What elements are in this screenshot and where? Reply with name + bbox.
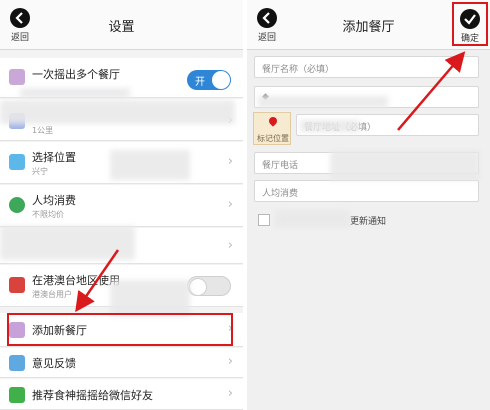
chevron-right-icon: › <box>227 197 233 212</box>
money-icon <box>9 197 25 213</box>
avg-spend-value: 不限均价 <box>32 210 64 219</box>
blur-patch <box>275 210 350 228</box>
avg-spend-label: 人均消费 <box>32 194 76 207</box>
back-arrow-icon <box>10 8 30 28</box>
mark-location-label: 标记位置 <box>257 134 289 143</box>
checkmark-icon <box>460 9 480 29</box>
blur-patch <box>300 120 360 132</box>
restaurant-name-placeholder: 餐厅名称（必填） <box>262 65 335 75</box>
hk-macau-value: 港澳台用户 <box>32 290 72 299</box>
avg-spend-placeholder: 人均消费 <box>262 189 299 199</box>
map-pin-icon <box>267 115 279 127</box>
distance-value: 1公里 <box>32 126 54 135</box>
recommend-row[interactable]: 推荐食神摇摇给微信好友 › <box>0 379 243 410</box>
shake-icon <box>9 69 25 85</box>
add-back-button[interactable]: 返回 <box>253 8 281 46</box>
restaurant-name-input[interactable]: 餐厅名称（必填） <box>254 56 479 78</box>
back-label: 返回 <box>10 33 29 43</box>
blur-patch <box>20 88 130 98</box>
add-restaurant-topbar: 返回 添加餐厅 确定 <box>247 0 490 50</box>
feedback-label: 意见反馈 <box>32 357 76 370</box>
mark-location-button[interactable]: 标记位置 <box>253 112 291 145</box>
chevron-right-icon: › <box>227 154 233 169</box>
restaurant-phone-placeholder: 餐厅电话 <box>262 161 299 171</box>
back-label: 返回 <box>257 33 276 43</box>
toggle-on-label: 开 <box>195 77 205 88</box>
flag-icon <box>9 277 25 293</box>
blur-patch <box>258 96 388 108</box>
blur-patch <box>330 150 480 180</box>
multi-restaurant-toggle[interactable]: 开 <box>187 70 231 90</box>
notify-checkbox[interactable] <box>258 214 270 226</box>
add-restaurant-highlight <box>7 313 233 346</box>
avg-spend-input[interactable]: 人均消费 <box>254 180 479 202</box>
feedback-icon <box>9 355 25 371</box>
settings-topbar: 返回 设置 <box>0 0 243 50</box>
blur-patch <box>0 100 235 124</box>
settings-back-button[interactable]: 返回 <box>6 8 34 46</box>
back-arrow-icon <box>257 8 277 28</box>
settings-screen: 返回 设置 一次摇出多个餐厅 开 1公里 › 选择位置 兴宁 › 人均消费 不限… <box>0 0 243 410</box>
chevron-right-icon: › <box>227 386 233 401</box>
recommend-label: 推荐食神摇摇给微信好友 <box>32 389 153 402</box>
blur-patch <box>110 150 190 180</box>
notify-label: 更新通知 <box>350 217 387 227</box>
toggle-knob <box>212 71 230 89</box>
confirm-label: 确定 <box>460 34 479 44</box>
toggle-knob <box>189 278 207 296</box>
chevron-right-icon: › <box>227 238 233 253</box>
page-title: 设置 <box>108 20 135 35</box>
hk-macau-label: 在港澳台地区使用 <box>32 274 120 287</box>
location-label: 选择位置 <box>32 151 76 164</box>
confirm-button[interactable]: 确定 <box>452 2 488 46</box>
blur-patch <box>0 226 135 260</box>
blur-patch <box>110 280 190 316</box>
wechat-icon <box>9 387 25 403</box>
multi-restaurant-label: 一次摇出多个餐厅 <box>32 68 120 81</box>
feedback-row[interactable]: 意见反馈 › <box>0 348 243 378</box>
avg-spend-row[interactable]: 人均消费 不限均价 › <box>0 185 243 227</box>
hk-macau-toggle[interactable] <box>187 276 231 296</box>
location-icon <box>9 154 25 170</box>
chevron-right-icon: › <box>227 354 233 369</box>
location-value: 兴宁 <box>32 167 48 176</box>
